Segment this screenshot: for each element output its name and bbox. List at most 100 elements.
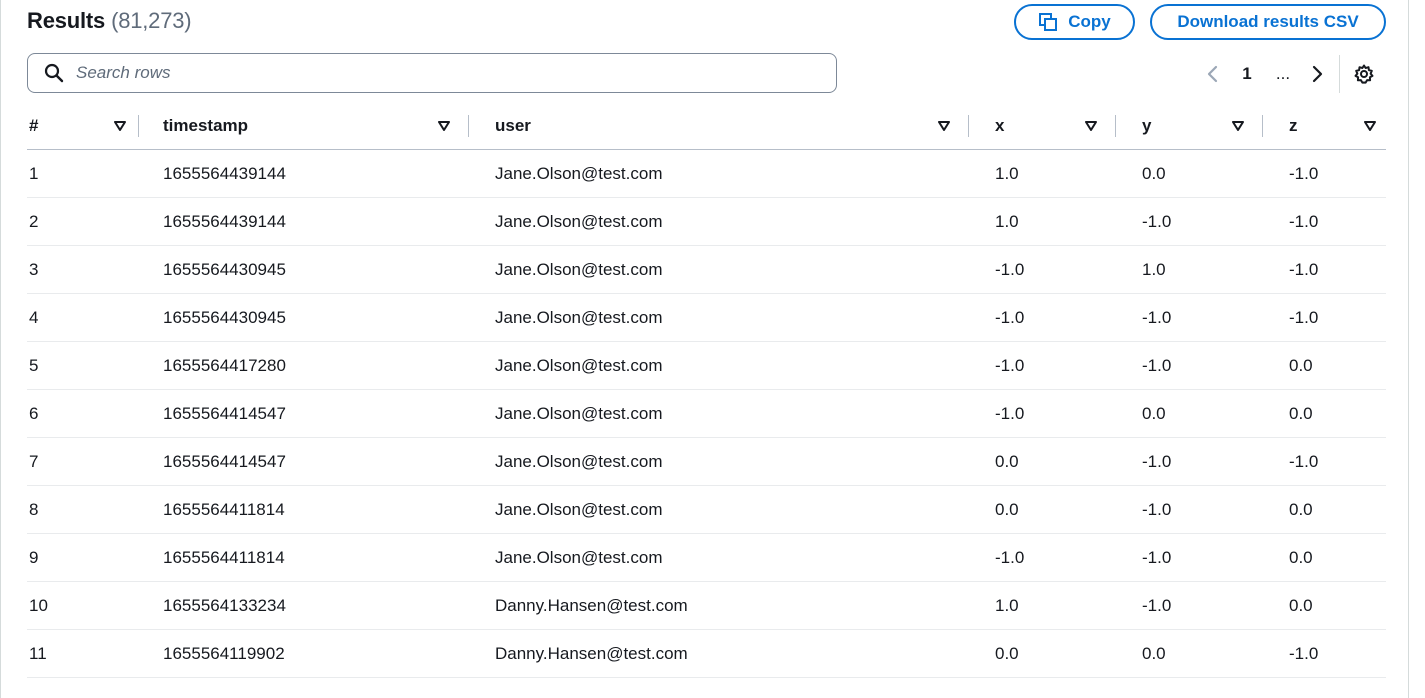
copy-icon xyxy=(1039,13,1058,31)
gear-icon xyxy=(1354,64,1374,84)
cell-index: 11 xyxy=(27,629,139,678)
cell-z: 0.0 xyxy=(1263,581,1386,630)
cell-x: 0.0 xyxy=(969,629,1116,678)
download-csv-label: Download results CSV xyxy=(1177,12,1359,31)
cell-index: 1 xyxy=(27,149,139,198)
caret-down-icon xyxy=(1364,120,1376,131)
cell-timestamp: 1655564430945 xyxy=(139,293,469,342)
column-header-user[interactable]: user xyxy=(469,102,969,150)
cell-user: Jane.Olson@test.com xyxy=(469,389,969,438)
cell-timestamp: 1655564414547 xyxy=(139,437,469,486)
sort-button[interactable] xyxy=(1085,120,1097,131)
cell-timestamp: 1655564430945 xyxy=(139,245,469,294)
column-header-label: user xyxy=(495,115,531,135)
cell-x: -1.0 xyxy=(969,293,1116,342)
results-title: Results xyxy=(27,8,106,33)
table-row[interactable]: 3 1655564430945 Jane.Olson@test.com -1.0 1.0… xyxy=(27,245,1386,294)
copy-button[interactable]: Copy xyxy=(1014,4,1135,40)
cell-z: 0.0 xyxy=(1263,485,1386,534)
cell-timestamp: 1655564414547 xyxy=(139,389,469,438)
cell-y: -1.0 xyxy=(1116,581,1263,630)
caret-down-icon xyxy=(438,120,450,131)
column-header-y[interactable]: y xyxy=(1116,102,1263,150)
table-row[interactable]: 8 1655564411814 Jane.Olson@test.com 0.0 -1.0… xyxy=(27,485,1386,534)
column-header-label: y xyxy=(1142,115,1152,135)
table-row[interactable]: 9 1655564411814 Jane.Olson@test.com -1.0 -1.… xyxy=(27,533,1386,582)
table-row[interactable]: 4 1655564430945 Jane.Olson@test.com -1.0 -1.… xyxy=(27,293,1386,342)
copy-button-label: Copy xyxy=(1068,12,1111,31)
column-header-label: # xyxy=(29,115,39,135)
column-header-x[interactable]: x xyxy=(969,102,1116,150)
column-header-index[interactable]: # xyxy=(27,102,139,150)
table-row[interactable]: 5 1655564417280 Jane.Olson@test.com -1.0 -1.… xyxy=(27,341,1386,390)
cell-user: Jane.Olson@test.com xyxy=(469,245,969,294)
pagination: 1 ... xyxy=(1197,55,1378,93)
sort-button[interactable] xyxy=(938,120,950,131)
cell-timestamp: 1655564119902 xyxy=(139,629,469,678)
cell-y: 1.0 xyxy=(1116,245,1263,294)
cell-user: Jane.Olson@test.com xyxy=(469,197,969,246)
cell-z: -1.0 xyxy=(1263,197,1386,246)
search-input[interactable] xyxy=(74,62,778,84)
cell-user: Jane.Olson@test.com xyxy=(469,293,969,342)
sort-button[interactable] xyxy=(1232,120,1244,131)
column-header-z[interactable]: z xyxy=(1263,102,1386,150)
cell-timestamp: 1655564411814 xyxy=(139,485,469,534)
cell-z: 0.0 xyxy=(1263,389,1386,438)
next-page-button[interactable] xyxy=(1301,58,1333,90)
sort-button[interactable] xyxy=(438,120,450,131)
search-box[interactable] xyxy=(27,53,837,93)
cell-index: 8 xyxy=(27,485,139,534)
cell-index: 4 xyxy=(27,293,139,342)
table-row[interactable]: 6 1655564414547 Jane.Olson@test.com -1.0 0.0… xyxy=(27,389,1386,438)
results-table: # timestamp user x y z 1 1655564439144 J… xyxy=(27,102,1386,678)
table-row[interactable]: 2 1655564439144 Jane.Olson@test.com 1.0 -1.0… xyxy=(27,197,1386,246)
cell-index: 9 xyxy=(27,533,139,582)
pagination-ellipsis: ... xyxy=(1275,64,1291,83)
cell-y: 0.0 xyxy=(1116,629,1263,678)
cell-y: -1.0 xyxy=(1116,293,1263,342)
cell-z: -1.0 xyxy=(1263,245,1386,294)
cell-x: -1.0 xyxy=(969,533,1116,582)
cell-y: -1.0 xyxy=(1116,341,1263,390)
cell-y: 0.0 xyxy=(1116,389,1263,438)
sort-button[interactable] xyxy=(1364,120,1376,131)
table-row[interactable]: 10 1655564133234 Danny.Hansen@test.com 1.0-… xyxy=(27,581,1386,630)
column-header-timestamp[interactable]: timestamp xyxy=(139,102,469,150)
cell-x: 0.0 xyxy=(969,437,1116,486)
cell-x: 0.0 xyxy=(969,485,1116,534)
cell-index: 10 xyxy=(27,581,139,630)
cell-timestamp: 1655564439144 xyxy=(139,149,469,198)
table-row[interactable]: 11 1655564119902 Danny.Hansen@test.com 0.0 0… xyxy=(27,629,1386,678)
cell-y: -1.0 xyxy=(1116,437,1263,486)
caret-down-icon xyxy=(114,120,126,131)
cell-user: Danny.Hansen@test.com xyxy=(469,581,969,630)
chevron-left-icon xyxy=(1207,65,1218,83)
cell-x: 1.0 xyxy=(969,149,1116,198)
table-row[interactable]: 7 1655564414547 Jane.Olson@test.com 0.0 -1.0… xyxy=(27,437,1386,486)
cell-user: Danny.Hansen@test.com xyxy=(469,629,969,678)
sort-button[interactable] xyxy=(114,120,126,131)
page-number-current[interactable]: 1 xyxy=(1229,64,1265,84)
cell-user: Jane.Olson@test.com xyxy=(469,341,969,390)
previous-page-button[interactable] xyxy=(1197,58,1229,90)
cell-timestamp: 1655564417280 xyxy=(139,341,469,390)
cell-x: 1.0 xyxy=(969,581,1116,630)
download-csv-button[interactable]: Download results CSV xyxy=(1150,4,1386,40)
cell-index: 7 xyxy=(27,437,139,486)
results-header: Results (81,273) Copy Download results CS… xyxy=(27,4,1386,40)
chevron-right-icon xyxy=(1312,65,1323,83)
cell-user: Jane.Olson@test.com xyxy=(469,533,969,582)
cell-y: -1.0 xyxy=(1116,197,1263,246)
table-settings-button[interactable] xyxy=(1350,58,1378,90)
cell-x: -1.0 xyxy=(969,341,1116,390)
cell-index: 5 xyxy=(27,341,139,390)
cell-y: 0.0 xyxy=(1116,149,1263,198)
cell-z: -1.0 xyxy=(1263,293,1386,342)
caret-down-icon xyxy=(938,120,950,131)
table-row[interactable]: 1 1655564439144 Jane.Olson@test.com 1.0 0.0-… xyxy=(27,149,1386,198)
cell-timestamp: 1655564439144 xyxy=(139,197,469,246)
table-body: 1 1655564439144 Jane.Olson@test.com 1.0 0.0-… xyxy=(27,149,1386,678)
caret-down-icon xyxy=(1085,120,1097,131)
cell-index: 6 xyxy=(27,389,139,438)
